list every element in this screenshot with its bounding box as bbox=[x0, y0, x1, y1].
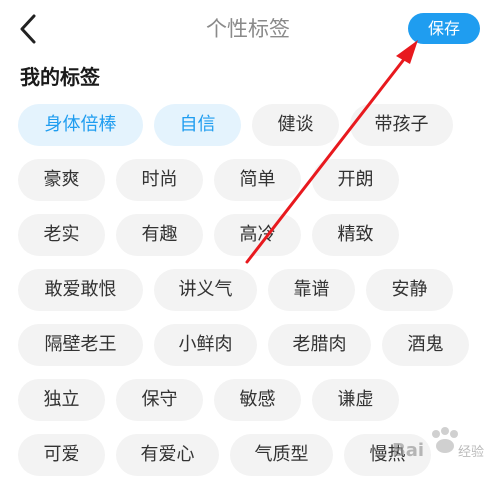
tag-chip[interactable]: 谦虚 bbox=[312, 379, 399, 421]
tag-row: 隔壁老王 小鲜肉 老腊肉 酒鬼 bbox=[18, 324, 488, 366]
tag-row: 豪爽 时尚 简单 开朗 bbox=[18, 159, 488, 201]
tag-chip[interactable]: 高冷 bbox=[214, 214, 301, 256]
tag-chip-selected[interactable]: 身体倍棒 bbox=[18, 104, 143, 146]
tag-chip[interactable]: 有趣 bbox=[116, 214, 203, 256]
tag-chip[interactable]: 简单 bbox=[214, 159, 301, 201]
tag-chip[interactable]: 慢热 bbox=[344, 434, 431, 476]
section-title: 我的标签 bbox=[20, 65, 100, 89]
tag-chip[interactable]: 精致 bbox=[312, 214, 399, 256]
tag-chip[interactable]: 时尚 bbox=[116, 159, 203, 201]
tag-chip[interactable]: 隔壁老王 bbox=[18, 324, 143, 366]
tag-row: 身体倍棒 自信 健谈 带孩子 bbox=[18, 104, 488, 146]
tag-chip[interactable]: 有爱心 bbox=[116, 434, 219, 476]
tag-chip[interactable]: 安静 bbox=[366, 269, 453, 311]
tag-chip-selected[interactable]: 自信 bbox=[154, 104, 241, 146]
tag-chip[interactable]: 讲义气 bbox=[154, 269, 257, 311]
tag-row: 独立 保守 敏感 谦虚 bbox=[18, 379, 488, 421]
tag-chip[interactable]: 健谈 bbox=[252, 104, 339, 146]
tag-chip[interactable]: 敏感 bbox=[214, 379, 301, 421]
tag-chip[interactable]: 敢爱敢恨 bbox=[18, 269, 143, 311]
tag-chip[interactable]: 老腊肉 bbox=[268, 324, 371, 366]
tag-chip[interactable]: 靠谱 bbox=[268, 269, 355, 311]
tag-chip[interactable]: 独立 bbox=[18, 379, 105, 421]
tag-chip[interactable]: 气质型 bbox=[230, 434, 333, 476]
save-button[interactable]: 保存 bbox=[408, 13, 480, 44]
tag-chip[interactable]: 可爱 bbox=[18, 434, 105, 476]
nav-bar: 个性标签 保存 bbox=[0, 0, 496, 58]
tag-chip[interactable]: 豪爽 bbox=[18, 159, 105, 201]
tag-chip[interactable]: 小鲜肉 bbox=[154, 324, 257, 366]
tag-chip[interactable]: 保守 bbox=[116, 379, 203, 421]
tag-chip[interactable]: 酒鬼 bbox=[382, 324, 469, 366]
tag-row: 敢爱敢恨 讲义气 靠谱 安静 bbox=[18, 269, 488, 311]
tag-row: 可爱 有爱心 气质型 慢热 bbox=[18, 434, 488, 476]
tag-grid: 身体倍棒 自信 健谈 带孩子 豪爽 时尚 简单 开朗 老实 有趣 高冷 精致 敢爱敢恨 讲义气 靠谱 安静 隔壁… bbox=[18, 104, 488, 489]
tag-chip[interactable]: 老实 bbox=[18, 214, 105, 256]
tag-row: 老实 有趣 高冷 精致 bbox=[18, 214, 488, 256]
tag-chip[interactable]: 带孩子 bbox=[350, 104, 453, 146]
tag-chip[interactable]: 开朗 bbox=[312, 159, 399, 201]
